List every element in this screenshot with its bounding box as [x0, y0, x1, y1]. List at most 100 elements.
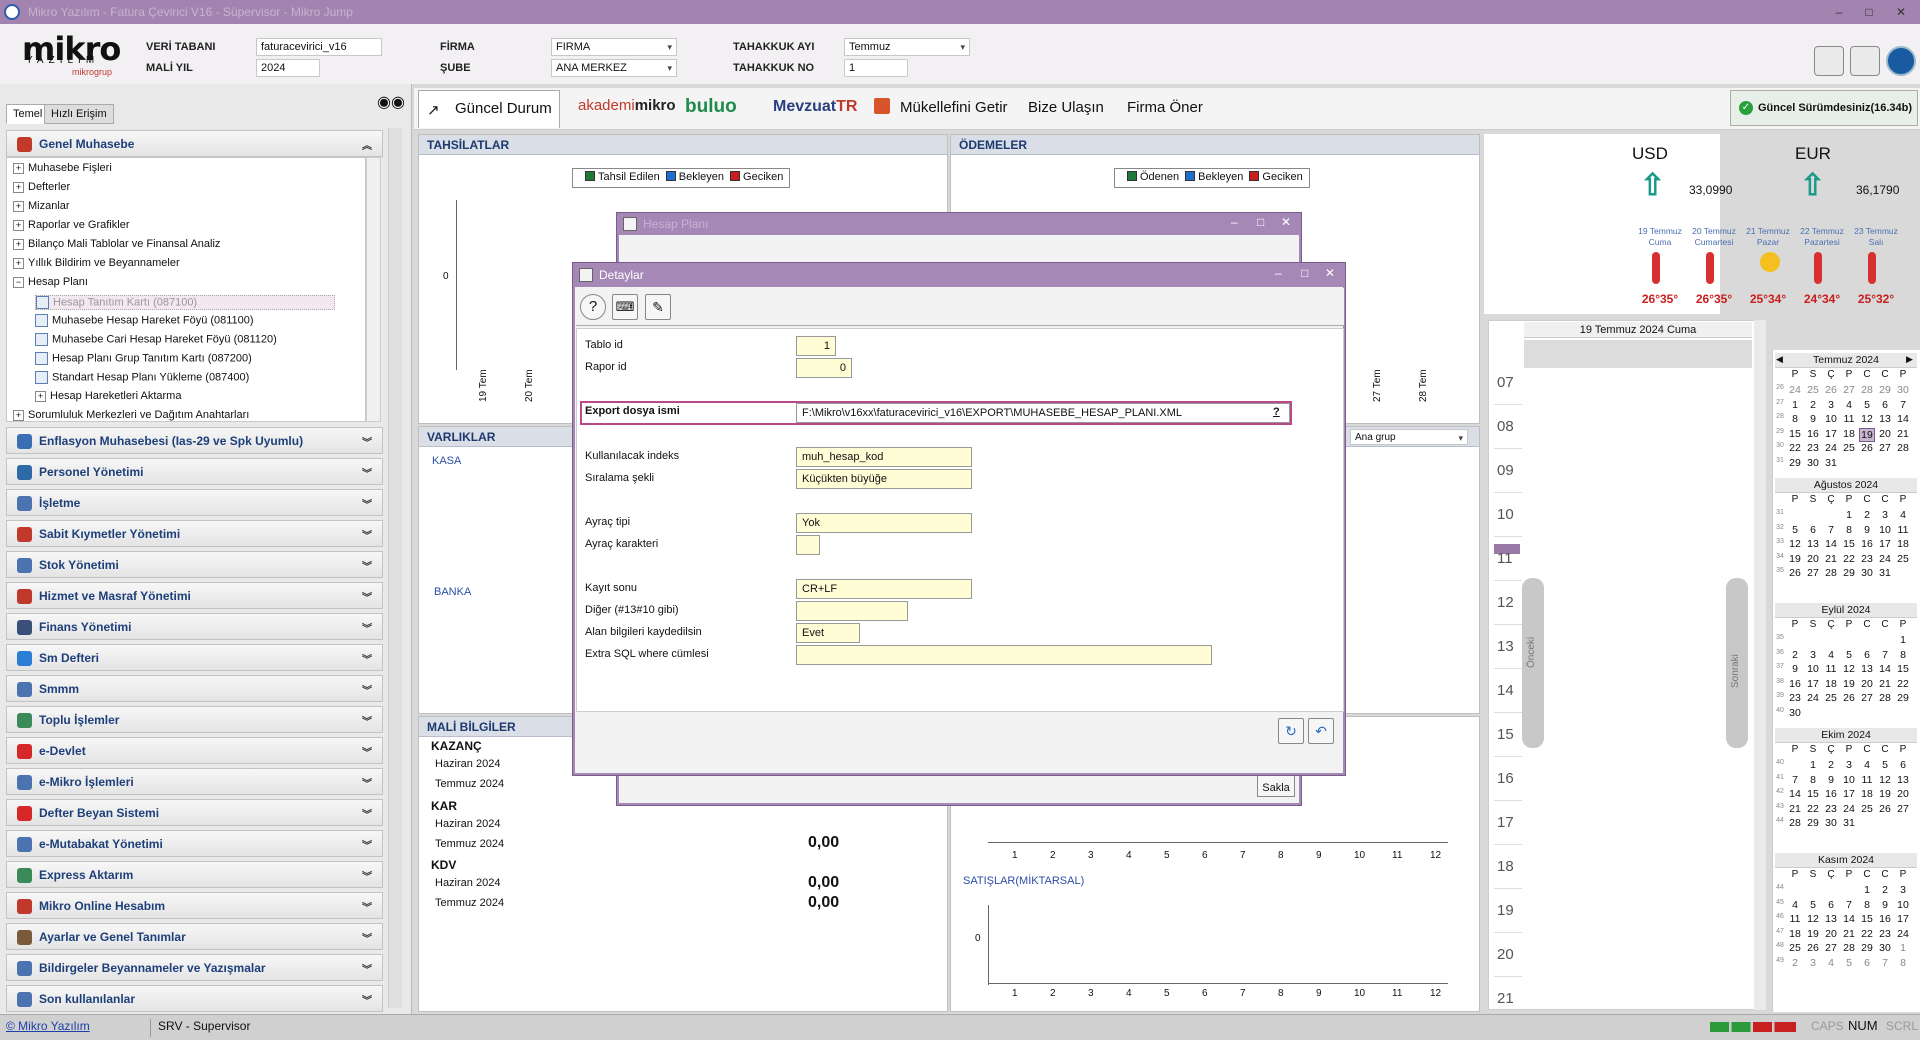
section-header[interactable]: Smmm ︾: [6, 675, 383, 702]
sube-dropdown[interactable]: ANA MERKEZ: [551, 59, 677, 77]
calendar-day[interactable]: 8: [1895, 957, 1911, 969]
document-icon[interactable]: [35, 371, 48, 384]
calendar-day[interactable]: 1: [1787, 399, 1803, 411]
calendar-day[interactable]: 10: [1823, 413, 1839, 425]
calendar-day[interactable]: 3: [1805, 957, 1821, 969]
calendar-day[interactable]: 13: [1859, 663, 1875, 675]
tree-item[interactable]: + Mizanlar: [13, 200, 70, 212]
calendar-day[interactable]: 4: [1823, 649, 1839, 661]
calendar-day[interactable]: 6: [1859, 957, 1875, 969]
calendar-day[interactable]: 22: [1841, 553, 1857, 565]
calendar-day[interactable]: 30: [1805, 457, 1821, 469]
buluo-link[interactable]: buluo: [685, 96, 737, 118]
expand-icon[interactable]: +: [13, 181, 24, 193]
calendar-day[interactable]: 23: [1823, 803, 1839, 815]
calendar-day[interactable]: 10: [1877, 524, 1893, 536]
calendar-day[interactable]: 6: [1805, 524, 1821, 536]
calendar-day[interactable]: 19: [1859, 427, 1875, 442]
calendar-day[interactable]: 8: [1859, 899, 1875, 911]
calendar-day[interactable]: 9: [1823, 774, 1839, 786]
calendar-day[interactable]: 20: [1823, 928, 1839, 940]
expand-icon[interactable]: +: [13, 409, 24, 421]
calendar-day[interactable]: 31: [1877, 567, 1893, 579]
tab-temel[interactable]: Temel: [6, 104, 50, 124]
calendar-day[interactable]: 16: [1859, 538, 1875, 550]
calendar-day[interactable]: 16: [1823, 788, 1839, 800]
calendar-day[interactable]: 29: [1787, 457, 1803, 469]
section-header[interactable]: Toplu İşlemler ︾: [6, 706, 383, 733]
calendar-day[interactable]: 20: [1895, 788, 1911, 800]
calendar-day[interactable]: 19: [1805, 928, 1821, 940]
calendar-day[interactable]: 27: [1841, 384, 1857, 396]
calendar-day[interactable]: 17: [1895, 913, 1911, 925]
calendar-day[interactable]: 30: [1787, 707, 1803, 719]
next-month-button[interactable]: ▶: [1906, 354, 1913, 365]
expand-icon[interactable]: +: [13, 200, 24, 212]
keyboard-icon[interactable]: ⌨: [612, 294, 638, 320]
tree-item[interactable]: Hesap Planı Grup Tanıtım Kartı (087200): [35, 352, 252, 365]
ana-grup-dropdown[interactable]: Ana grup: [1350, 429, 1468, 445]
menu-icon[interactable]: [1886, 46, 1916, 76]
calendar-day[interactable]: 24: [1841, 803, 1857, 815]
calendar-day[interactable]: 25: [1895, 553, 1911, 565]
expand-icon[interactable]: +: [13, 238, 24, 250]
calendar-day[interactable]: 29: [1841, 567, 1857, 579]
calendar-day[interactable]: 29: [1859, 942, 1875, 954]
calendar-day[interactable]: 21: [1787, 803, 1803, 815]
calendar-day[interactable]: 4: [1787, 899, 1803, 911]
akademi-mikro-link[interactable]: akademimikro: [578, 97, 676, 114]
calendar-day[interactable]: 27: [1859, 692, 1875, 704]
calendar-day[interactable]: 30: [1895, 384, 1911, 396]
tab-guncel-durum[interactable]: ↗ Güncel Durum: [418, 90, 560, 128]
calendar-day[interactable]: 19: [1877, 788, 1893, 800]
section-header[interactable]: İşletme ︾: [6, 489, 383, 516]
calendar-day[interactable]: 8: [1787, 413, 1803, 425]
calendar-day[interactable]: 16: [1805, 428, 1821, 440]
calendar-day[interactable]: 28: [1787, 817, 1803, 829]
close-button[interactable]: ✕: [1281, 215, 1291, 229]
calendar-day[interactable]: 2: [1787, 957, 1803, 969]
calendar-day[interactable]: 7: [1877, 957, 1893, 969]
calendar-day[interactable]: 27: [1877, 442, 1893, 454]
calendar-day[interactable]: 9: [1805, 413, 1821, 425]
firma-oner-link[interactable]: Firma Öner: [1127, 99, 1203, 116]
calendar-day[interactable]: 15: [1895, 663, 1911, 675]
company-link[interactable]: © Mikro Yazılım: [6, 1019, 90, 1033]
calendar-day[interactable]: 9: [1859, 524, 1875, 536]
collapse-icon[interactable]: −: [13, 276, 24, 288]
calendar-day[interactable]: 27: [1805, 567, 1821, 579]
calendar-day[interactable]: 29: [1805, 817, 1821, 829]
archive-icon[interactable]: [1814, 46, 1844, 76]
calendar-day[interactable]: 30: [1877, 942, 1893, 954]
calendar-day[interactable]: 12: [1805, 913, 1821, 925]
section-genel-muhasebe[interactable]: Genel Muhasebe ︽: [6, 130, 383, 157]
ayrac-tipi-field[interactable]: Yok: [796, 513, 972, 533]
calendar-day[interactable]: 8: [1805, 774, 1821, 786]
calendar-day[interactable]: 3: [1805, 649, 1821, 661]
calendar-day[interactable]: 5: [1841, 649, 1857, 661]
calendar-day[interactable]: 20: [1877, 428, 1893, 440]
calendar-day[interactable]: 12: [1841, 663, 1857, 675]
tablo-id-field[interactable]: 1: [796, 336, 836, 356]
calendar-day[interactable]: 5: [1805, 899, 1821, 911]
mukellefini-getir-link[interactable]: Mükellefini Getir: [900, 99, 1008, 116]
close-button[interactable]: ✕: [1325, 266, 1335, 280]
expand-icon[interactable]: +: [13, 162, 24, 174]
calendar-day[interactable]: 2: [1787, 649, 1803, 661]
tree-item[interactable]: Muhasebe Hesap Hareket Föyü (081100): [35, 314, 254, 327]
minimize-button[interactable]: –: [1231, 215, 1238, 229]
calendar-day[interactable]: 1: [1895, 634, 1911, 646]
section-header[interactable]: e-Devlet ︾: [6, 737, 383, 764]
calendar-day[interactable]: 14: [1877, 663, 1893, 675]
edit-icon[interactable]: ✎: [645, 294, 671, 320]
calendar-day[interactable]: 12: [1859, 413, 1875, 425]
tree-item[interactable]: + Muhasebe Fişleri: [13, 162, 112, 174]
calendar-day[interactable]: 26: [1787, 567, 1803, 579]
document-icon[interactable]: [35, 333, 48, 346]
tree-scrollbar[interactable]: [366, 157, 381, 422]
calendar-day[interactable]: 13: [1877, 413, 1893, 425]
section-header[interactable]: Mikro Online Hesabım ︾: [6, 892, 383, 919]
calendar-day[interactable]: 28: [1877, 692, 1893, 704]
calendar-day[interactable]: 20: [1805, 553, 1821, 565]
calendar-day[interactable]: 6: [1895, 759, 1911, 771]
